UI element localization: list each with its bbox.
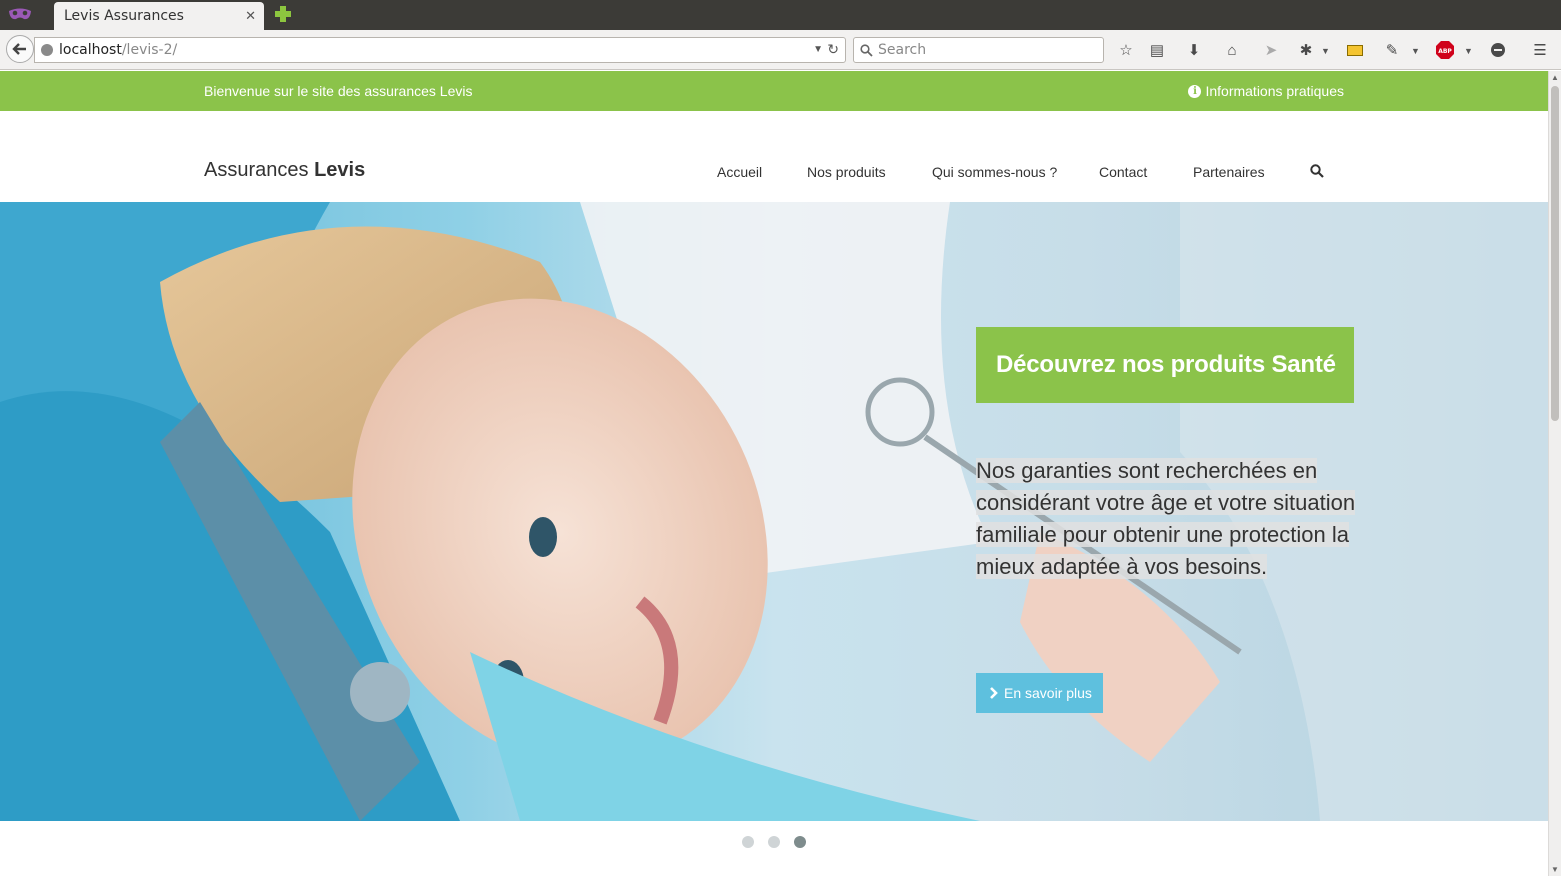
- private-browsing-mask-icon: [9, 8, 31, 20]
- nav-item-qui-sommes-nous[interactable]: Qui sommes-nous ?: [932, 164, 1057, 180]
- new-tab-plus-icon[interactable]: [274, 5, 292, 23]
- page-scrollbar[interactable]: ▲ ▼: [1548, 71, 1561, 876]
- nav-item-partenaires[interactable]: Partenaires: [1193, 164, 1265, 180]
- en-savoir-plus-button[interactable]: En savoir plus: [976, 673, 1103, 713]
- site-top-bar: Bienvenue sur le site des assurances Lev…: [0, 71, 1548, 111]
- site-header: Assurances Levis Accueil Nos produits Qu…: [0, 111, 1548, 202]
- back-button[interactable]: [6, 35, 34, 63]
- chevron-right-icon: [990, 687, 998, 699]
- tab-title: Levis Assurances: [64, 8, 184, 24]
- search-placeholder: Search: [878, 42, 927, 58]
- browser-tab-bar: Levis Assurances ✕: [0, 0, 1561, 30]
- svg-text:ABP: ABP: [1438, 48, 1452, 55]
- informations-pratiques-label: Informations pratiques: [1205, 83, 1344, 99]
- reading-list-icon[interactable]: ▤: [1147, 40, 1167, 60]
- carousel-dot-3[interactable]: [794, 836, 806, 848]
- url-path: /levis-2/: [121, 42, 178, 58]
- adblock-dropdown-icon[interactable]: ▼: [1464, 46, 1473, 56]
- menu-hamburger-icon[interactable]: ☰: [1530, 40, 1550, 60]
- hero-description: Nos garanties sont recherchées en consid…: [976, 458, 1356, 579]
- url-host: localhost: [59, 42, 122, 58]
- scroll-thumb[interactable]: [1551, 86, 1559, 421]
- info-icon: i: [1188, 84, 1202, 98]
- downloads-icon[interactable]: ⬇: [1184, 40, 1204, 60]
- en-savoir-plus-label: En savoir plus: [1004, 685, 1092, 701]
- extension-card-icon[interactable]: [1345, 40, 1365, 60]
- reload-icon[interactable]: ↻: [827, 41, 839, 58]
- browser-tab[interactable]: Levis Assurances ✕: [54, 2, 264, 30]
- dev-tools-dropdown-icon[interactable]: ▼: [1411, 46, 1420, 56]
- carousel-dot-1[interactable]: [742, 836, 754, 848]
- scroll-up-arrow-icon[interactable]: ▲: [1551, 73, 1559, 82]
- brand-prefix: Assurances: [204, 159, 309, 181]
- carousel-dot-2[interactable]: [768, 836, 780, 848]
- browser-navigation-bar: localhost/levis-2/ ▼ ↻ Search ☆ ▤ ⬇ ⌂ ➤ …: [0, 30, 1561, 70]
- informations-pratiques-link[interactable]: i Informations pratiques: [1188, 83, 1344, 99]
- nav-item-accueil[interactable]: Accueil: [717, 164, 762, 180]
- hero-slider: Découvrez nos produits Santé Nos garanti…: [0, 202, 1548, 821]
- carousel-indicators: [0, 836, 1548, 848]
- adblock-icon[interactable]: ABP: [1435, 40, 1455, 60]
- address-bar[interactable]: localhost/levis-2/ ▼ ↻: [34, 37, 846, 63]
- nav-item-contact[interactable]: Contact: [1099, 164, 1147, 180]
- bookmark-star-icon[interactable]: ☆: [1116, 40, 1136, 60]
- tab-close-icon[interactable]: ✕: [245, 8, 256, 24]
- dev-tools-wrench-icon[interactable]: ✎: [1382, 40, 1402, 60]
- nav-item-nos-produits[interactable]: Nos produits: [807, 164, 886, 180]
- send-icon[interactable]: ➤: [1261, 40, 1281, 60]
- search-engine-icon: [860, 44, 873, 57]
- brand-bold: Levis: [314, 159, 366, 181]
- search-bar[interactable]: Search: [853, 37, 1104, 63]
- hero-text: Nos garanties sont recherchées en consid…: [976, 455, 1356, 583]
- site-identity-icon[interactable]: [41, 44, 53, 56]
- search-icon[interactable]: [1310, 164, 1324, 178]
- home-icon[interactable]: ⌂: [1222, 40, 1242, 60]
- chat-icon[interactable]: [1488, 40, 1508, 60]
- url-history-dropdown-icon[interactable]: ▼: [813, 44, 823, 55]
- extension-dropdown-icon[interactable]: ▼: [1321, 46, 1330, 56]
- scroll-down-arrow-icon[interactable]: ▼: [1551, 865, 1559, 874]
- hero-title: Découvrez nos produits Santé: [996, 351, 1336, 378]
- site-logo[interactable]: Assurances Levis: [204, 159, 365, 182]
- hero-title-box: Découvrez nos produits Santé: [976, 327, 1354, 403]
- welcome-text: Bienvenue sur le site des assurances Lev…: [204, 83, 473, 99]
- extension-bug-icon[interactable]: ✱: [1296, 40, 1316, 60]
- back-arrow-icon: [12, 43, 26, 55]
